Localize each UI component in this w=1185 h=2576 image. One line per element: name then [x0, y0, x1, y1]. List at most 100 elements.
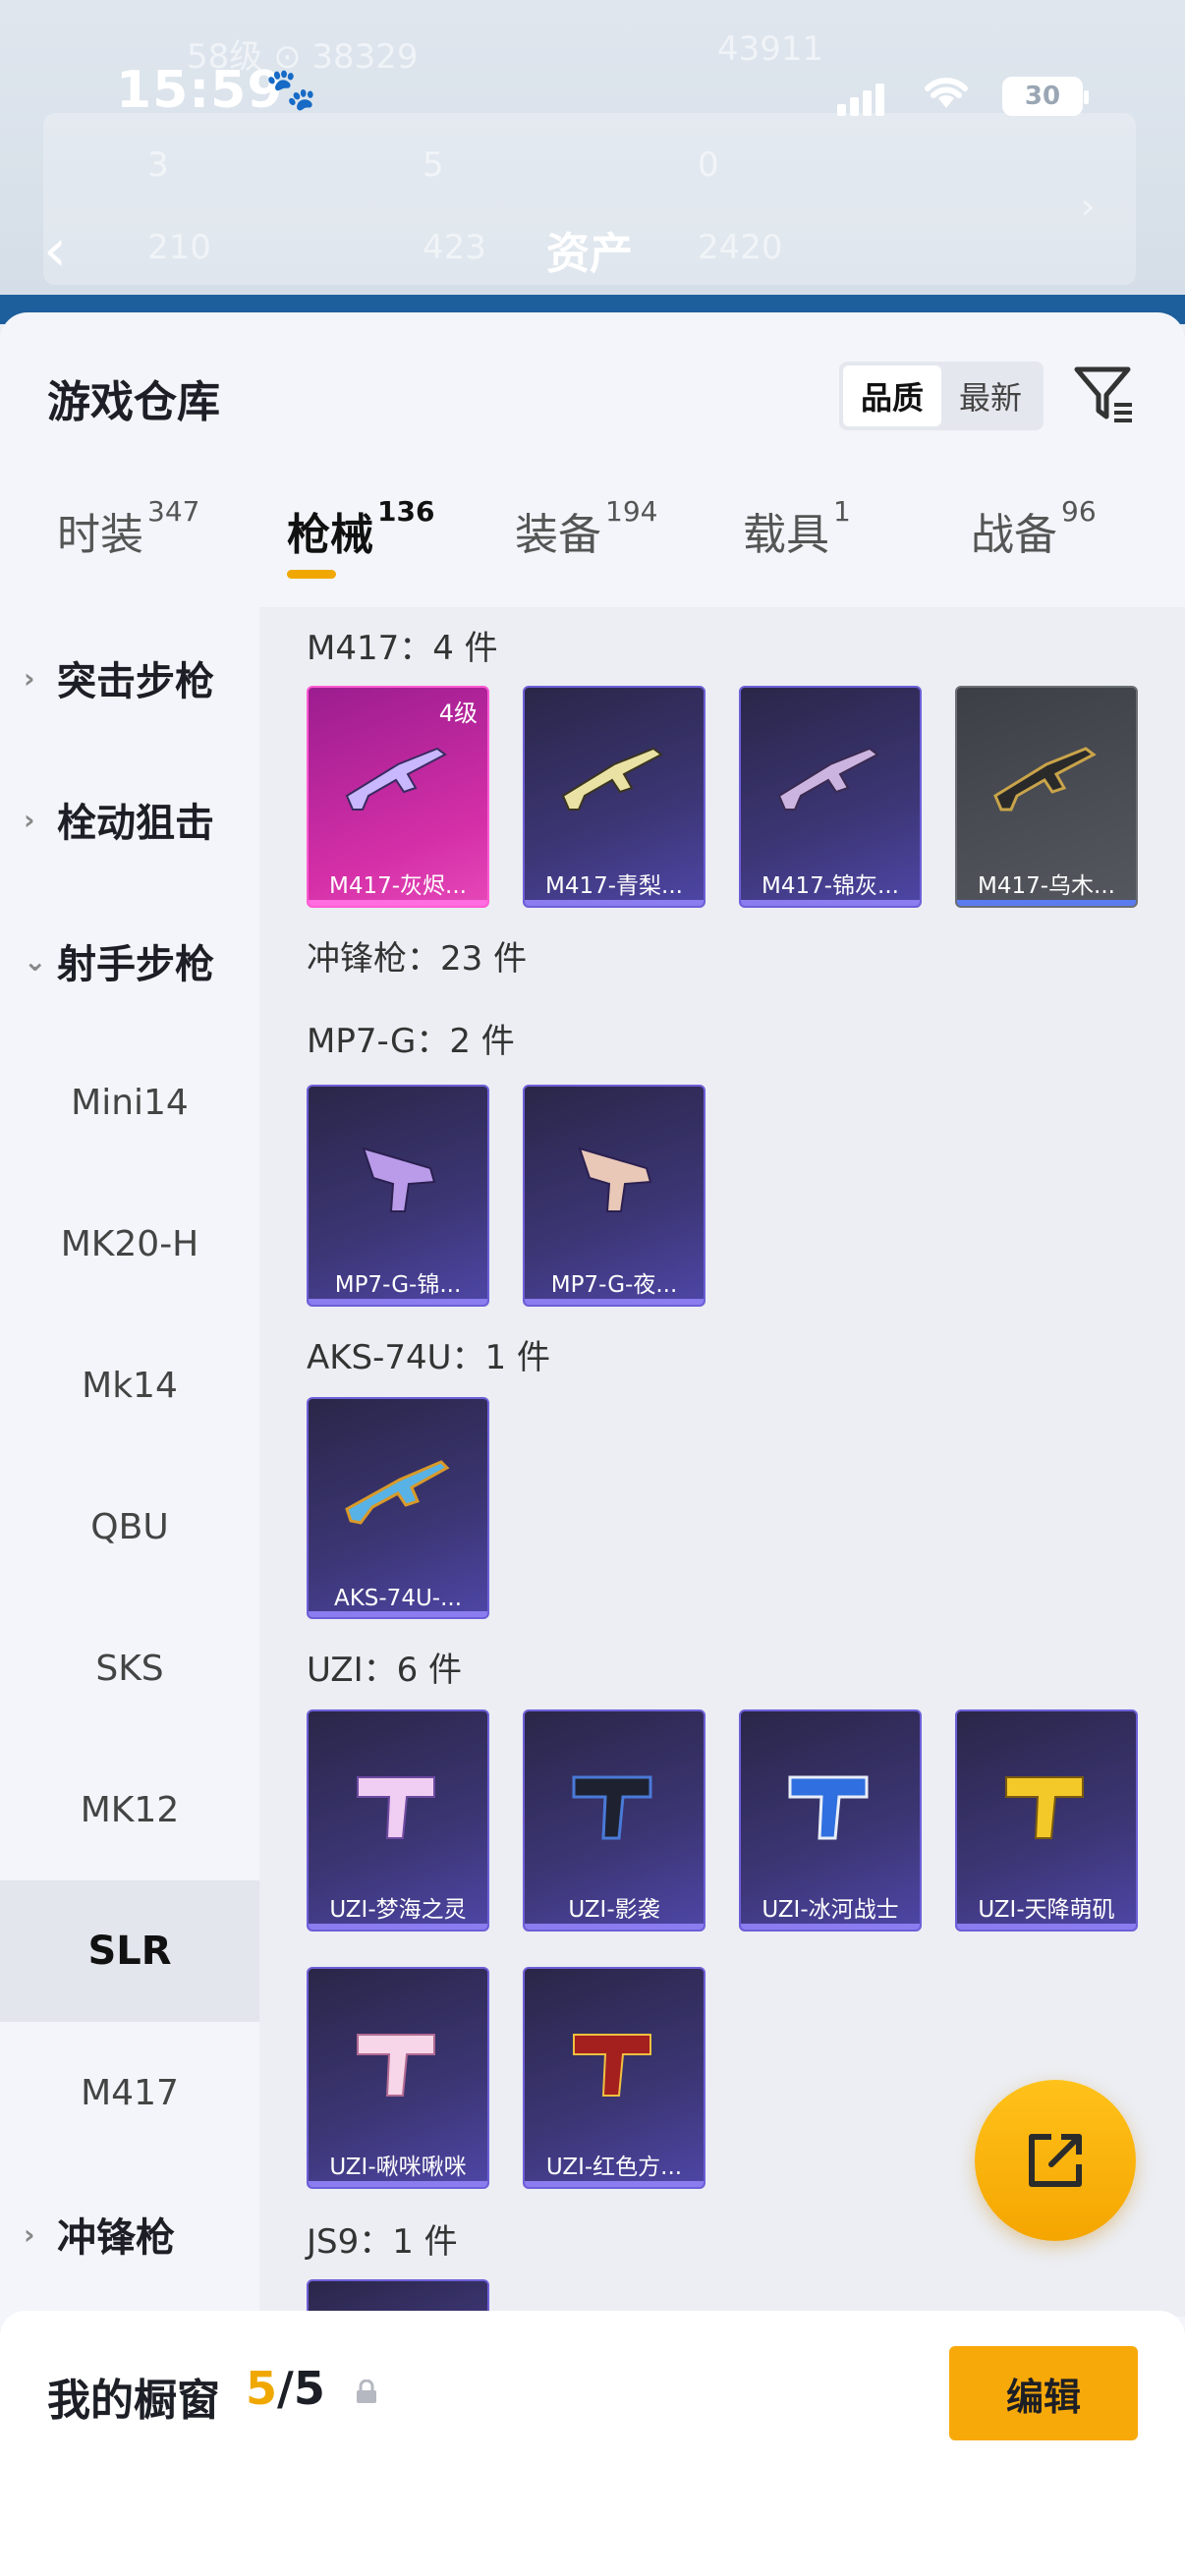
chevron-right-icon: ›: [24, 661, 35, 695]
rarity-bar: [309, 900, 487, 906]
chevron-right-icon[interactable]: ›: [1081, 187, 1095, 227]
tab-firearms[interactable]: 枪械 136: [287, 495, 434, 562]
smg-icon: [309, 1739, 487, 1867]
rarity-bar: [525, 1924, 704, 1930]
tab-supplies[interactable]: 战备 96: [971, 495, 1097, 562]
rarity-bar: [741, 1924, 920, 1930]
smg-icon: [309, 1114, 487, 1242]
paw-icon: 🐾: [265, 65, 317, 113]
rifle-icon: [309, 715, 487, 843]
sidebar-item-m417[interactable]: M417: [0, 2022, 259, 2163]
weapon-card-name: UZI-梦海之灵: [329, 1897, 467, 1923]
sidebar-item-mk14[interactable]: Mk14: [0, 1315, 259, 1456]
stat-value: 2420: [698, 228, 783, 267]
rarity-bar: [309, 2181, 487, 2187]
rarity-bar: [525, 1299, 704, 1305]
rifle-icon: [309, 1427, 487, 1554]
weapon-card[interactable]: UZI-梦海之灵: [307, 1709, 489, 1932]
back-arrow-icon[interactable]: ‹: [43, 216, 67, 285]
weapon-card-name: M417-乌木...: [978, 873, 1115, 899]
weapon-card-name: UZI-红色方...: [545, 2155, 683, 2180]
showcase-label: 我的橱窗: [47, 2376, 220, 2426]
sort-newest-button[interactable]: 最新: [941, 365, 1040, 426]
section-label-m417: M417：4 件: [307, 629, 498, 668]
signal-icon: [837, 83, 884, 116]
weapon-card[interactable]: UZI-冰河战士: [739, 1709, 922, 1932]
weapon-content: M417：4 件 4级 M417-灰烬... M417-青梨... M417-锦…: [259, 607, 1185, 2317]
share-button[interactable]: [975, 2080, 1136, 2241]
sidebar-item-mini14[interactable]: Mini14: [0, 1032, 259, 1173]
section-label-aks: AKS-74U：1 件: [307, 1338, 550, 1377]
rarity-bar: [525, 2181, 704, 2187]
rarity-bar: [957, 1924, 1136, 1930]
share-icon: [1029, 2134, 1082, 2187]
page-title: 资产: [546, 229, 633, 279]
rifle-icon: [741, 715, 920, 843]
weapon-card[interactable]: UZI-啾咪啾咪: [307, 1967, 489, 2189]
rarity-bar: [309, 1611, 487, 1617]
weapon-card[interactable]: MP7-G-夜...: [523, 1085, 705, 1307]
smg-icon: [309, 1996, 487, 2124]
rifle-icon: [525, 715, 704, 843]
rarity-bar: [741, 900, 920, 906]
weapon-card-name: UZI-冰河战士: [762, 1897, 899, 1923]
weapon-card[interactable]: 4级 M417-灰烬...: [307, 686, 489, 908]
sort-quality-button[interactable]: 品质: [843, 365, 941, 426]
smg-icon: [525, 1739, 704, 1867]
weapon-card[interactable]: M417-锦灰...: [739, 686, 922, 908]
section-label-js9: JS9：1 件: [307, 2222, 458, 2262]
stat-value: 210: [147, 228, 211, 267]
sidebar-cat-assault[interactable]: › 突击步枪: [0, 607, 259, 749]
rifle-icon: [957, 715, 1136, 843]
edit-button[interactable]: 编辑: [949, 2346, 1138, 2440]
weapon-card-name: UZI-天降萌矶: [978, 1897, 1115, 1923]
smg-icon: [525, 1114, 704, 1242]
weapon-card-name: AKS-74U-...: [333, 1586, 463, 1611]
sidebar-item-qbu[interactable]: QBU: [0, 1456, 259, 1597]
tab-fashion[interactable]: 时装 347: [57, 495, 199, 562]
category-tabs: 时装 347 枪械 136 装备 194 载具 1 战备 96: [0, 495, 1185, 597]
sidebar-item-slr[interactable]: SLR: [0, 1880, 259, 2022]
weapon-card[interactable]: MP7-G-锦...: [307, 1085, 489, 1307]
wifi-icon: [922, 71, 971, 121]
filter-icon[interactable]: [1071, 362, 1136, 426]
rarity-bar: [309, 1924, 487, 1930]
tab-vehicles[interactable]: 载具 1: [743, 495, 851, 562]
section-label-mp7: MP7-G：2 件: [307, 1022, 515, 1061]
chevron-right-icon: ›: [24, 803, 35, 836]
battery-indicator: 30: [1002, 77, 1089, 116]
smg-icon: [957, 1739, 1136, 1867]
weapon-card-name: MP7-G-锦...: [334, 1272, 462, 1298]
sidebar-item-mk12[interactable]: MK12: [0, 1739, 259, 1880]
showcase-count: 5/5: [246, 2362, 325, 2415]
rarity-bar: [525, 900, 704, 906]
weapon-card-name: UZI-影袭: [568, 1897, 660, 1923]
weapon-card[interactable]: M417-青梨...: [523, 686, 705, 908]
weapon-card[interactable]: UZI-红色方...: [523, 1967, 705, 2189]
weapon-card-name: MP7-G-夜...: [550, 1272, 678, 1298]
tab-equipment[interactable]: 装备 194: [515, 495, 657, 562]
smg-icon: [525, 1996, 704, 2124]
sidebar-cat-smg[interactable]: › 冲锋枪: [0, 2163, 259, 2305]
status-time: 15:59: [116, 61, 284, 120]
chevron-down-icon: ⌄: [24, 944, 47, 978]
status-bar: 15:59 🐾 30: [0, 0, 1185, 187]
active-tab-indicator: [287, 570, 336, 579]
chevron-right-icon: ›: [24, 2217, 35, 2251]
section-label-uzi: UZI：6 件: [307, 1651, 463, 1690]
weapon-card[interactable]: UZI-影袭: [523, 1709, 705, 1932]
sidebar-cat-bolt[interactable]: › 栓动狙击: [0, 749, 259, 890]
weapon-card[interactable]: M417-乌木...: [955, 686, 1138, 908]
rarity-bar: [309, 1299, 487, 1305]
weapon-card-name: M417-灰烬...: [329, 873, 467, 899]
weapon-card-name: M417-青梨...: [545, 873, 683, 899]
stat-value: 423: [423, 228, 486, 267]
weapon-card[interactable]: AKS-74U-...: [307, 1397, 489, 1619]
weapon-card-name: M417-锦灰...: [762, 873, 899, 899]
sheet-title: 游戏仓库: [47, 377, 220, 427]
sidebar-item-sks[interactable]: SKS: [0, 1597, 259, 1739]
section-label-smg: 冲锋枪：23 件: [307, 939, 528, 979]
weapon-card[interactable]: UZI-天降萌矶: [955, 1709, 1138, 1932]
sidebar-cat-marksman[interactable]: ⌄ 射手步枪: [0, 890, 259, 1032]
sidebar-item-mk20h[interactable]: MK20-H: [0, 1173, 259, 1315]
